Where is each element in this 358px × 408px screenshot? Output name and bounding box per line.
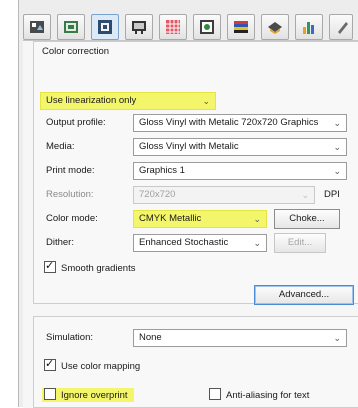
color-settings-window: Color correction Use linearization only … (18, 0, 358, 408)
media-label: Media: (46, 141, 75, 152)
anti-aliasing-label: Anti-aliasing for text (226, 390, 310, 401)
settings-page-icon (30, 21, 44, 33)
chart-page-icon (303, 22, 314, 34)
more-pages-icon (338, 22, 348, 34)
choke-button[interactable]: Choke... (274, 209, 340, 229)
page-toolbar (23, 12, 358, 42)
chevron-down-icon: ⌄ (333, 333, 341, 343)
output-page-icon (268, 22, 282, 34)
settings-page-button[interactable] (23, 14, 51, 40)
checkbox-box (44, 388, 56, 400)
chevron-down-icon: ⌄ (333, 166, 341, 176)
color-correction-title: Color correction (42, 46, 110, 57)
simulation-group: Simulation: None ⌄ ✓ Use color mapping Ig… (33, 316, 358, 408)
layout-page-icon (132, 21, 146, 34)
media-value: Gloss Vinyl with Metalic (139, 141, 239, 152)
media-page-icon (64, 21, 78, 33)
grid-page-button[interactable] (159, 14, 187, 40)
simulation-select[interactable]: None ⌄ (133, 329, 347, 347)
swatch-page-button[interactable] (227, 14, 255, 40)
anti-aliasing-checkbox[interactable]: Anti-aliasing for text (209, 388, 309, 402)
color-page-button[interactable] (91, 14, 119, 40)
checkmark-icon: ✓ (45, 260, 55, 272)
checkbox-box: ✓ (44, 358, 56, 371)
color-correction-mode-select[interactable]: Use linearization only ⌄ (40, 92, 216, 110)
checkbox-box (209, 388, 221, 400)
color-mode-label: Color mode: (46, 213, 98, 224)
color-mode-select[interactable]: CMYK Metallic ⌄ (133, 210, 267, 228)
chevron-down-icon: ⌄ (253, 214, 261, 224)
output-profile-label: Output profile: (46, 117, 106, 128)
ignore-overprint-label: Ignore overprint (61, 390, 128, 401)
chevron-down-icon: ⌄ (202, 96, 210, 106)
advanced-button[interactable]: Advanced... (254, 285, 354, 305)
simulation-label: Simulation: (46, 332, 93, 343)
smooth-gradients-label: Smooth gradients (61, 263, 136, 274)
color-correction-mode-value: Use linearization only (46, 95, 137, 106)
chevron-down-icon: ⌄ (333, 118, 341, 128)
use-color-mapping-checkbox[interactable]: ✓ Use color mapping (44, 358, 141, 373)
dither-select[interactable]: Enhanced Stochastic ⌄ (133, 234, 267, 252)
chevron-down-icon: ⌄ (253, 238, 261, 248)
image-page-button[interactable] (193, 14, 221, 40)
dither-value: Enhanced Stochastic (139, 237, 229, 248)
more-pages-button[interactable] (329, 14, 353, 40)
color-mode-value: CMYK Metallic (139, 213, 202, 224)
color-correction-group: Color correction Use linearization only … (33, 41, 358, 305)
chevron-down-icon: ⌄ (333, 142, 341, 152)
output-profile-value: Gloss Vinyl with Metalic 720x720 Graphic… (139, 117, 319, 128)
print-mode-value: Graphics 1 (139, 165, 185, 176)
checkmark-icon: ✓ (45, 358, 55, 370)
chevron-down-icon: ⌄ (301, 190, 309, 200)
swatch-page-icon (234, 21, 248, 33)
resolution-select: 720x720 ⌄ (133, 186, 315, 204)
chart-page-button[interactable] (295, 14, 323, 40)
resolution-label: Resolution: (46, 189, 94, 200)
layout-page-button[interactable] (125, 14, 153, 40)
smooth-gradients-checkbox[interactable]: ✓ Smooth gradients (44, 260, 136, 275)
dither-label: Dither: (46, 237, 74, 248)
simulation-value: None (139, 332, 162, 343)
ignore-overprint-checkbox[interactable]: Ignore overprint (42, 388, 134, 402)
print-mode-label: Print mode: (46, 165, 95, 176)
edit-button: Edit... (274, 233, 326, 253)
print-mode-select[interactable]: Graphics 1 ⌄ (133, 162, 347, 180)
output-profile-select[interactable]: Gloss Vinyl with Metalic 720x720 Graphic… (133, 114, 347, 132)
resolution-value: 720x720 (139, 189, 176, 200)
color-settings-panel: Color correction Use linearization only … (23, 40, 358, 408)
grid-page-icon (166, 20, 180, 34)
use-color-mapping-label: Use color mapping (61, 361, 141, 372)
checkbox-box: ✓ (44, 260, 56, 273)
color-page-icon (98, 20, 112, 34)
output-page-button[interactable] (261, 14, 289, 40)
media-page-button[interactable] (57, 14, 85, 40)
image-page-icon (200, 20, 214, 34)
resolution-unit: DPI (324, 189, 340, 200)
media-select[interactable]: Gloss Vinyl with Metalic ⌄ (133, 138, 347, 156)
